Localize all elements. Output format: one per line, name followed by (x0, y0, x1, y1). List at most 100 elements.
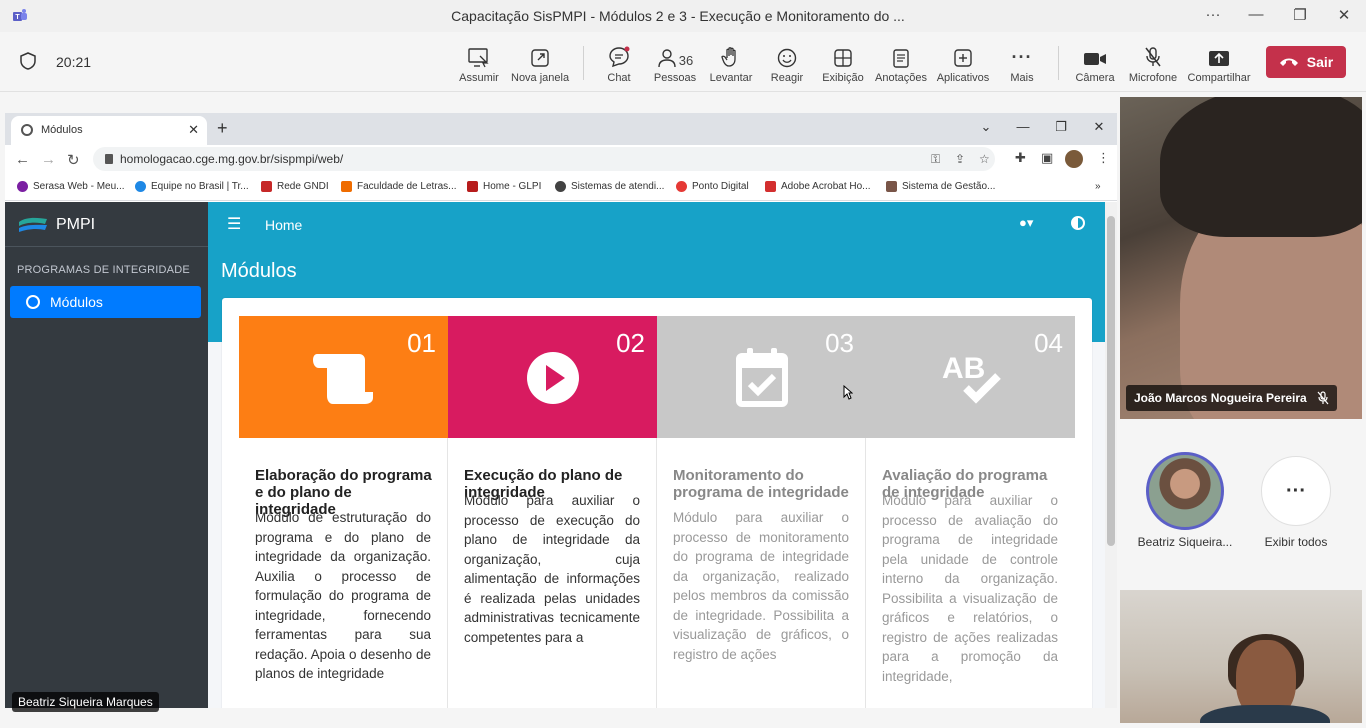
menu-toggle-icon[interactable]: ☰ (227, 214, 241, 234)
participant-name-label: João Marcos Nogueira Pereira (1126, 385, 1337, 411)
bookmark-item[interactable]: Adobe Acrobat Ho... (765, 181, 871, 192)
module-card-04[interactable]: 04 AB Avaliação do programa de integrida… (866, 316, 1075, 708)
contrast-toggle-icon[interactable] (1071, 216, 1085, 230)
aplicativos-button[interactable]: Aplicativos (934, 42, 992, 84)
url-input[interactable]: homologacao.cge.mg.gov.br/sispmpi/web/ ⚿… (93, 147, 995, 171)
tab-search-icon[interactable]: ⌄ (974, 119, 998, 135)
bookmark-item[interactable]: Equipe no Brasil | Tr... (135, 181, 249, 192)
participant-video-tile[interactable]: João Marcos Nogueira Pereira (1120, 97, 1362, 419)
svg-text:AB: AB (942, 352, 985, 385)
microfone-button[interactable]: Microfone (1124, 42, 1182, 84)
compartilhar-button[interactable]: Compartilhar (1186, 42, 1252, 84)
assumir-button[interactable]: Assumir (450, 42, 508, 84)
back-icon[interactable]: ← (15, 151, 30, 168)
people-count: 36 (678, 53, 694, 68)
app-top-navbar: ☰ Home ●▾ (208, 202, 1105, 247)
pessoas-button[interactable]: 36 Pessoas (646, 42, 704, 84)
popout-icon (531, 49, 549, 67)
bookmark-favicon-icon (467, 181, 478, 192)
reload-icon[interactable]: ↻ (67, 151, 80, 169)
bookmarks-overflow-icon[interactable]: » (1095, 181, 1101, 192)
bookmark-item[interactable]: Serasa Web - Meu... (17, 181, 125, 192)
bookmark-favicon-icon (765, 181, 776, 192)
bookmark-item[interactable]: Sistema de Gestão... (886, 181, 995, 192)
nova-janela-button[interactable]: Nova janela (511, 42, 569, 84)
lock-icon (105, 154, 113, 164)
meeting-toolbar: 20:21 Assumir Nova janela Chat 36 Pessoa… (0, 32, 1366, 92)
close-icon[interactable]: ✕ (1329, 6, 1359, 24)
circle-icon (26, 295, 40, 309)
bookmark-star-icon[interactable]: ☆ (979, 152, 990, 166)
sidebar-item-modulos[interactable]: Módulos (10, 286, 201, 318)
profile-avatar[interactable] (1065, 150, 1083, 168)
take-control-icon (468, 48, 489, 68)
meeting-timer: 20:21 (56, 54, 92, 70)
module-banner: 01 (239, 316, 448, 438)
hang-up-icon (1279, 58, 1298, 66)
browser-tab[interactable]: Módulos ✕ (11, 116, 207, 145)
bookmark-item[interactable]: Faculdade de Letras... (341, 181, 457, 192)
camera-icon (1084, 53, 1106, 65)
chat-button[interactable]: Chat (590, 42, 648, 84)
share-page-icon[interactable]: ⇪ (955, 152, 965, 166)
globe-icon (21, 124, 33, 136)
self-video-tile[interactable] (1120, 590, 1362, 723)
restore-icon[interactable]: ❐ (1285, 6, 1315, 24)
bookmarks-bar: Serasa Web - Meu... Equipe no Brasil | T… (5, 173, 1117, 201)
raise-hand-icon (721, 47, 736, 67)
mic-off-icon (1145, 47, 1161, 67)
user-menu-icon[interactable]: ●▾ (1019, 215, 1033, 231)
exibicao-button[interactable]: Exibição (814, 42, 872, 84)
tab-close-icon[interactable]: ✕ (188, 122, 199, 138)
anotacoes-button[interactable]: Anotações (872, 42, 930, 84)
page-scrollbar[interactable] (1105, 202, 1117, 708)
browser-menu-icon[interactable]: ⋮ (1097, 150, 1110, 166)
participant-avatar[interactable] (1146, 452, 1224, 530)
mais-button[interactable]: ··· Mais (993, 42, 1051, 84)
module-card-02[interactable]: 02 Execução do plano de integridade Módu… (448, 316, 657, 708)
more-icon: ··· (1286, 479, 1306, 502)
forward-icon[interactable]: → (41, 151, 56, 168)
side-panel-icon[interactable]: ▣ (1041, 150, 1053, 166)
people-icon (658, 49, 676, 68)
nav-home-link[interactable]: Home (265, 217, 302, 233)
share-icon (1209, 51, 1229, 66)
bookmark-item[interactable]: Rede GNDI (261, 181, 329, 192)
bookmark-item[interactable]: Sistemas de atendi... (555, 181, 664, 192)
browser-close-icon[interactable]: ✕ (1087, 119, 1111, 135)
leave-meeting-button[interactable]: Sair (1266, 46, 1346, 78)
bookmark-favicon-icon (17, 181, 28, 192)
window-title: Capacitação SisPMPI - Módulos 2 e 3 - Ex… (451, 8, 905, 24)
toolbar-divider (1058, 46, 1059, 80)
levantar-button[interactable]: Levantar (702, 42, 760, 84)
bookmark-favicon-icon (341, 181, 352, 192)
shared-browser-window: Módulos ✕ + ⌄ — ❐ ✕ ← → ↻ homologacao.cg… (5, 113, 1117, 708)
presenter-name-tag: Beatriz Siqueira Marques (12, 692, 159, 712)
page-title: Módulos (221, 260, 297, 282)
bookmark-favicon-icon (676, 181, 687, 192)
app-sidebar: PMPI PROGRAMAS DE INTEGRIDADE Módulos (5, 202, 208, 708)
reagir-button[interactable]: Reagir (758, 42, 816, 84)
mic-off-icon (1317, 391, 1329, 405)
address-bar: ← → ↻ homologacao.cge.mg.gov.br/sispmpi/… (5, 145, 1117, 173)
video-feed-detail (1200, 705, 1330, 723)
browser-restore-icon[interactable]: ❐ (1049, 119, 1073, 135)
module-description: Módulo para auxiliar o processo de monit… (673, 510, 849, 662)
module-card-03[interactable]: 03 Monitoramento do programa de integrid… (657, 316, 866, 708)
scrollbar-thumb[interactable] (1107, 216, 1115, 546)
extensions-icon[interactable]: ✚ (1015, 150, 1026, 166)
camera-button[interactable]: Câmera (1066, 42, 1124, 84)
shield-icon (20, 52, 36, 70)
minimize-icon[interactable]: — (1241, 6, 1271, 23)
bookmark-item[interactable]: Home - GLPI (467, 181, 541, 192)
app-brand[interactable]: PMPI (5, 202, 208, 247)
browser-minimize-icon[interactable]: — (1011, 119, 1035, 134)
module-card-01[interactable]: 01 Elaboração do programa e do plano de … (239, 316, 448, 708)
bookmark-item[interactable]: Ponto Digital (676, 181, 749, 192)
pmpi-logo-icon (19, 217, 47, 232)
show-all-button[interactable]: ··· (1261, 456, 1331, 526)
more-options-icon[interactable]: ··· (1198, 6, 1228, 23)
new-tab-button[interactable]: + (217, 118, 228, 139)
key-icon[interactable]: ⚿ (931, 152, 940, 167)
participant-avatar-name: Beatriz Siqueira... (1137, 535, 1233, 549)
